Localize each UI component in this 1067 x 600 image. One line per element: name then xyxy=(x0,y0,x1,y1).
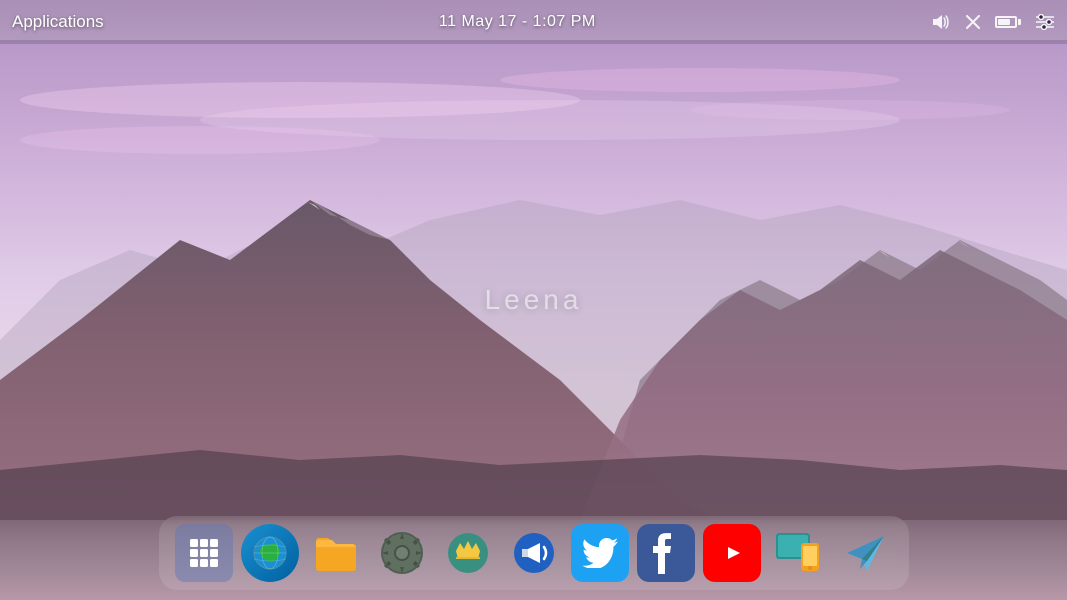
topbar-right xyxy=(931,13,1055,31)
dock-send[interactable] xyxy=(835,524,893,582)
dock-browser[interactable] xyxy=(241,524,299,582)
applications-menu-button[interactable]: Applications xyxy=(12,12,104,32)
system-settings-icon[interactable] xyxy=(1035,14,1055,30)
dock-facebook[interactable] xyxy=(637,524,695,582)
dock-settings[interactable] xyxy=(373,524,431,582)
dock-announcements[interactable] xyxy=(505,524,563,582)
dock-store[interactable] xyxy=(439,524,497,582)
dock-multiwindow[interactable] xyxy=(769,524,827,582)
dock xyxy=(159,516,909,590)
topbar: Applications 11 May 17 - 1:07 PM xyxy=(0,0,1067,44)
dock-app-drawer[interactable] xyxy=(175,524,233,582)
volume-icon[interactable] xyxy=(931,13,951,31)
datetime-display: 11 May 17 - 1:07 PM xyxy=(439,13,596,31)
dock-twitter[interactable] xyxy=(571,524,629,582)
mountain-background xyxy=(0,40,1067,520)
battery-icon xyxy=(995,16,1021,28)
close-icon[interactable] xyxy=(965,14,981,30)
topbar-left: Applications xyxy=(12,12,104,32)
dock-youtube[interactable] xyxy=(703,524,761,582)
dock-files[interactable] xyxy=(307,524,365,582)
